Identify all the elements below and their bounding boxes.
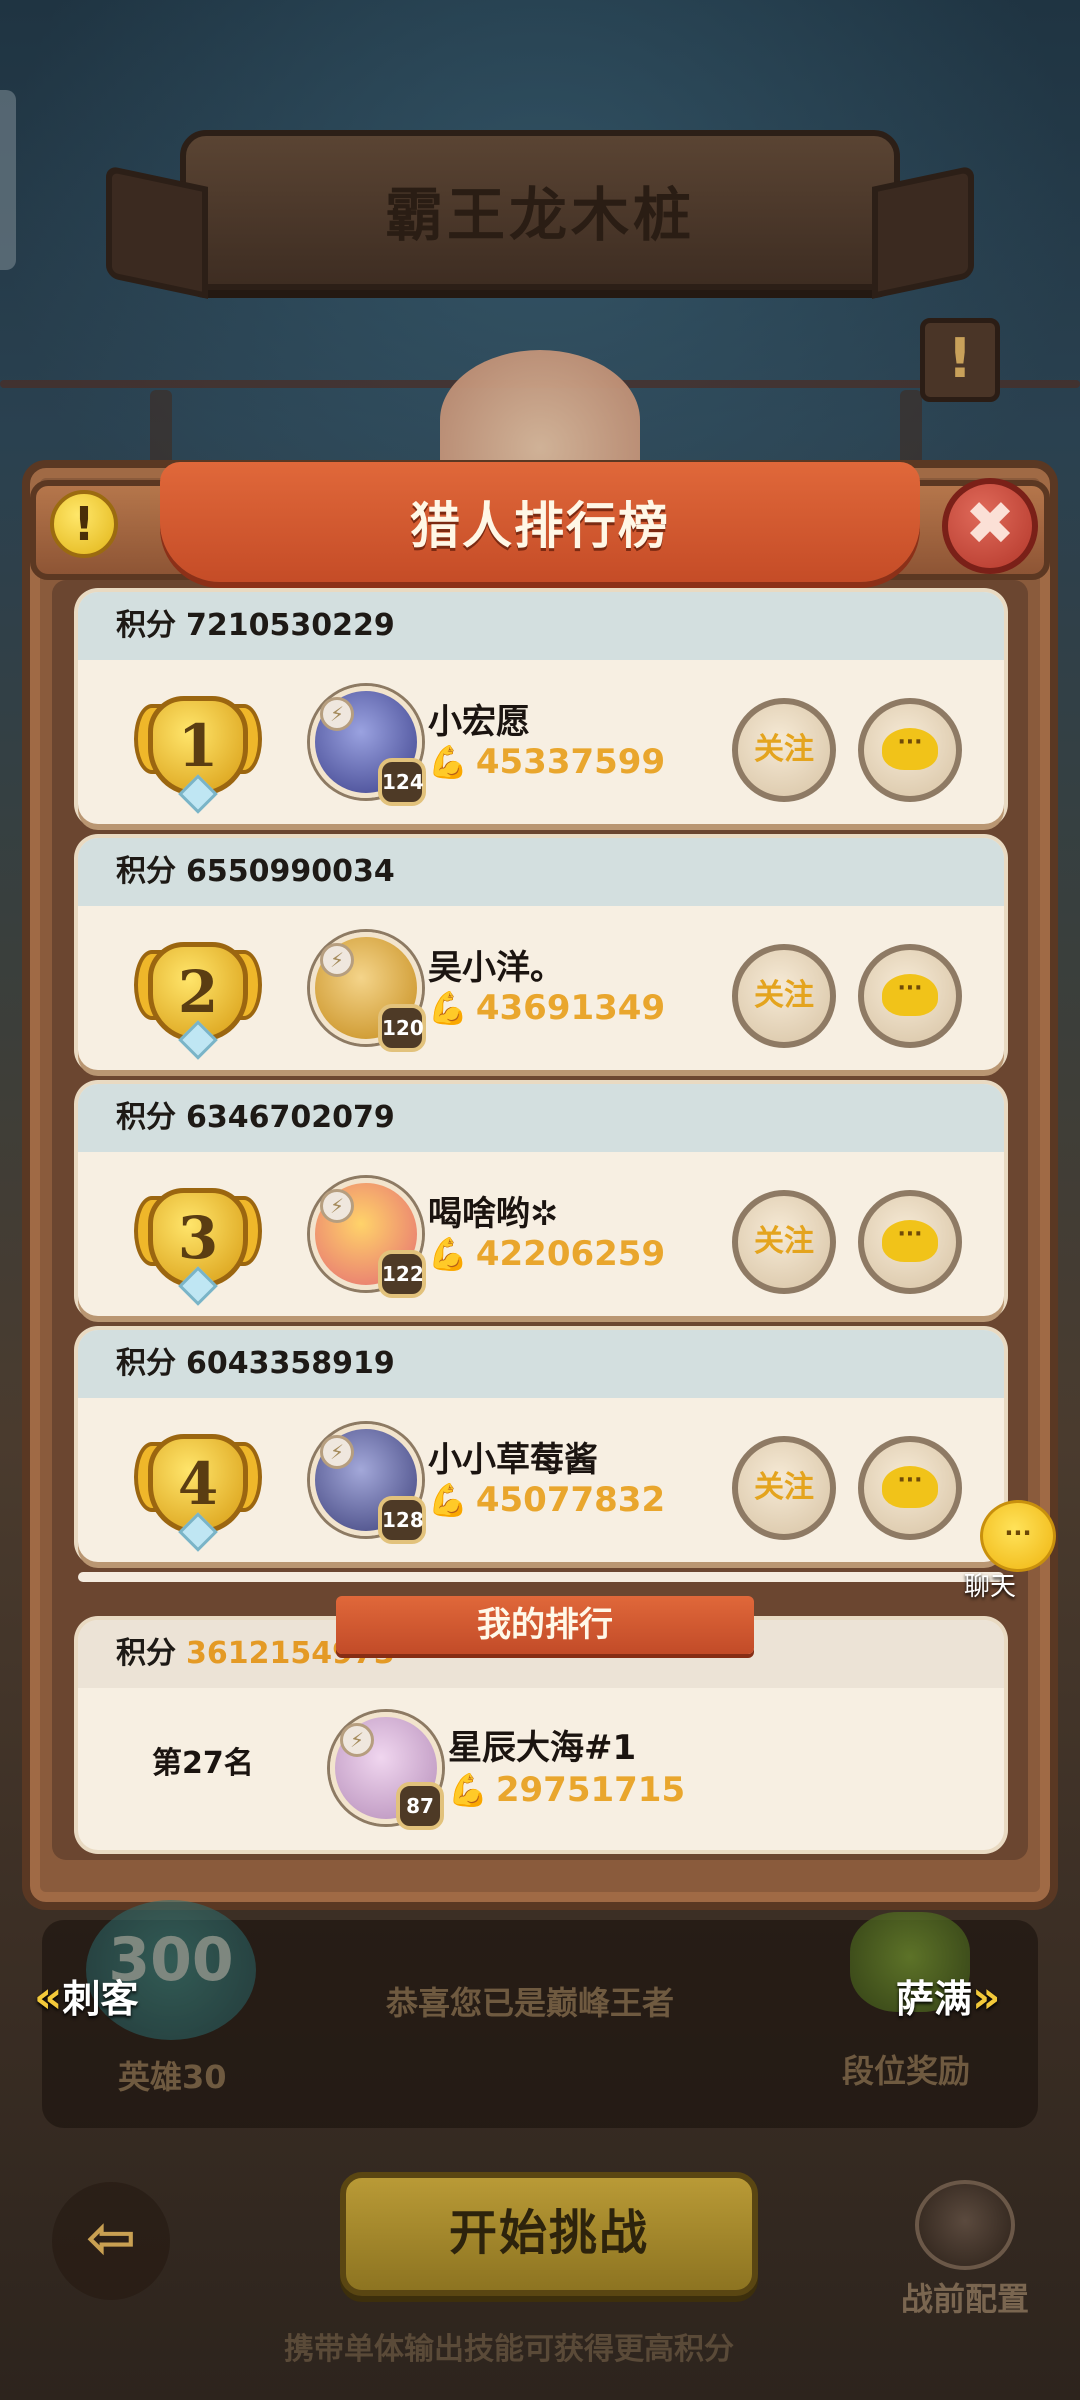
power-value: 43691349: [475, 988, 666, 1028]
player-name: 星辰大海#1: [448, 1728, 637, 1768]
score-value: 7210530229: [186, 608, 395, 643]
rank-medal-icon: 4: [134, 1420, 262, 1552]
score-label: 积分: [116, 1636, 176, 1671]
score-bar: 积分 6550990034: [78, 838, 1004, 906]
chat-bubble-icon: ···: [882, 974, 938, 1016]
left-edge-tab: [0, 90, 16, 270]
ranking-list: 积分 7210530229 1 ⚡ 124 小宏愿 💪 45337599 关注 ·…: [78, 592, 1004, 1576]
follow-button[interactable]: 关注: [732, 944, 836, 1048]
score-value: 6346702079: [186, 1100, 395, 1135]
follow-button[interactable]: 关注: [732, 1436, 836, 1540]
chevron-left-icon: «: [34, 1972, 63, 2023]
strength-icon: 💪: [448, 1771, 488, 1809]
tip-text: 携带单体输出技能可获得更高积分: [284, 2332, 734, 2367]
class-badge-icon: ⚡: [340, 1723, 374, 1757]
panel-title: 猎人排行榜: [410, 497, 670, 555]
strength-icon: 💪: [428, 1481, 468, 1519]
monkey-avatar-icon: [915, 2180, 1015, 2270]
level-badge: 122: [378, 1250, 426, 1298]
stage-title: 霸王龙木桩: [384, 181, 695, 249]
start-challenge-button[interactable]: 开始挑战: [340, 2172, 758, 2296]
follow-button[interactable]: 关注: [732, 698, 836, 802]
class-badge-icon: ⚡: [320, 1435, 354, 1469]
strength-icon: 💪: [428, 989, 468, 1027]
player-name: 小小草莓酱: [428, 1440, 598, 1480]
score-label: 积分: [116, 1346, 176, 1381]
notice-icon[interactable]: !: [920, 318, 1000, 402]
power-row: 💪 42206259: [428, 1234, 665, 1274]
strength-icon: 💪: [428, 743, 468, 781]
power-row: 💪 29751715: [448, 1770, 685, 1810]
rank-medal-icon: 2: [134, 928, 262, 1060]
pre-battle-config-button[interactable]: 战前配置: [890, 2180, 1040, 2320]
back-arrow-icon[interactable]: ⇦: [52, 2182, 170, 2300]
score-value: 6043358919: [186, 1346, 395, 1381]
chat-bubble-icon: ···: [882, 728, 938, 770]
list-bottom-edge: [78, 1572, 1004, 1582]
level-badge: 87: [396, 1782, 444, 1830]
power-value: 45077832: [475, 1480, 666, 1520]
close-icon[interactable]: ✖: [942, 478, 1038, 574]
rank-number: 2: [177, 958, 219, 1026]
floating-chat-button[interactable]: ··· 聊天: [944, 1500, 1064, 1610]
ranking-row: 积分 6346702079 3 ⚡ 122 喝啥哟✲ 💪 42206259 关注 …: [78, 1084, 1004, 1316]
player-name: 小宏愿: [428, 702, 530, 742]
congrats-text: 恭喜您已是巅峰王者: [386, 1984, 675, 2022]
score-label: 积分: [116, 1100, 176, 1135]
score-bar: 积分 6043358919: [78, 1330, 1004, 1398]
chat-button[interactable]: ···: [858, 1190, 962, 1294]
score-value: 6550990034: [186, 854, 395, 889]
power-row: 💪 45077832: [428, 1480, 665, 1520]
my-rank-position: 第27名: [152, 1746, 254, 1781]
next-class-label: 萨满: [896, 1977, 973, 2021]
chat-button[interactable]: ···: [858, 698, 962, 802]
class-badge-icon: ⚡: [320, 697, 354, 731]
player-name: 吴小洋。: [428, 948, 564, 988]
level-badge: 120: [378, 1004, 426, 1052]
score-label: 积分: [116, 854, 176, 889]
class-badge-icon: ⚡: [320, 943, 354, 977]
power-value: 45337599: [475, 742, 666, 782]
my-ranking-ribbon: 我的排行: [336, 1596, 754, 1654]
info-icon[interactable]: !: [50, 490, 118, 558]
power-row: 💪 45337599: [428, 742, 665, 782]
player-name: 喝啥哟✲: [428, 1194, 559, 1234]
stage-title-banner: 霸王龙木桩: [180, 130, 900, 290]
rank-number: 1: [177, 712, 219, 780]
chevron-right-icon: »: [972, 1972, 1001, 2023]
ranking-row: 积分 6043358919 4 ⚡ 128 小小草莓酱 💪 45077832 关注…: [78, 1330, 1004, 1562]
pre-battle-config-label: 战前配置: [900, 2280, 1029, 2318]
rank-number: 3: [177, 1204, 219, 1272]
ranking-row: 积分 6550990034 2 ⚡ 120 吴小洋。 💪 43691349 关注 …: [78, 838, 1004, 1070]
chat-bubble-icon: ···: [882, 1466, 938, 1508]
rank-number: 4: [177, 1450, 219, 1518]
rank-medal-icon: 1: [134, 682, 262, 814]
chat-emoji-icon: ···: [980, 1500, 1056, 1572]
prev-class-nav[interactable]: «刺客: [34, 1968, 138, 2023]
class-badge-icon: ⚡: [320, 1189, 354, 1223]
my-ranking-card: 积分 3612154973 第27名 ⚡ 87 星辰大海#1 💪 29751715: [78, 1620, 1004, 1850]
power-value: 29751715: [495, 1770, 686, 1810]
rank-reward-label[interactable]: 段位奖励: [842, 2046, 970, 2092]
level-badge: 128: [378, 1496, 426, 1544]
ranking-row: 积分 7210530229 1 ⚡ 124 小宏愿 💪 45337599 关注 ·…: [78, 592, 1004, 824]
next-class-nav[interactable]: 萨满»: [896, 1968, 1000, 2023]
follow-button[interactable]: 关注: [732, 1190, 836, 1294]
floating-chat-label: 聊天: [964, 1572, 1017, 1602]
strength-icon: 💪: [428, 1235, 468, 1273]
panel-title-ribbon: 猎人排行榜: [160, 462, 920, 582]
level-badge: 124: [378, 758, 426, 806]
score-bar: 积分 7210530229: [78, 592, 1004, 660]
prev-class-label: 刺客: [62, 1977, 139, 2021]
score-bar: 积分 6346702079: [78, 1084, 1004, 1152]
chat-button[interactable]: ···: [858, 944, 962, 1048]
score-label: 积分: [116, 608, 176, 643]
power-value: 42206259: [475, 1234, 666, 1274]
hero-count-label: 英雄30: [118, 2058, 227, 2096]
power-row: 💪 43691349: [428, 988, 665, 1028]
rank-medal-icon: 3: [134, 1174, 262, 1306]
chat-bubble-icon: ···: [882, 1220, 938, 1262]
